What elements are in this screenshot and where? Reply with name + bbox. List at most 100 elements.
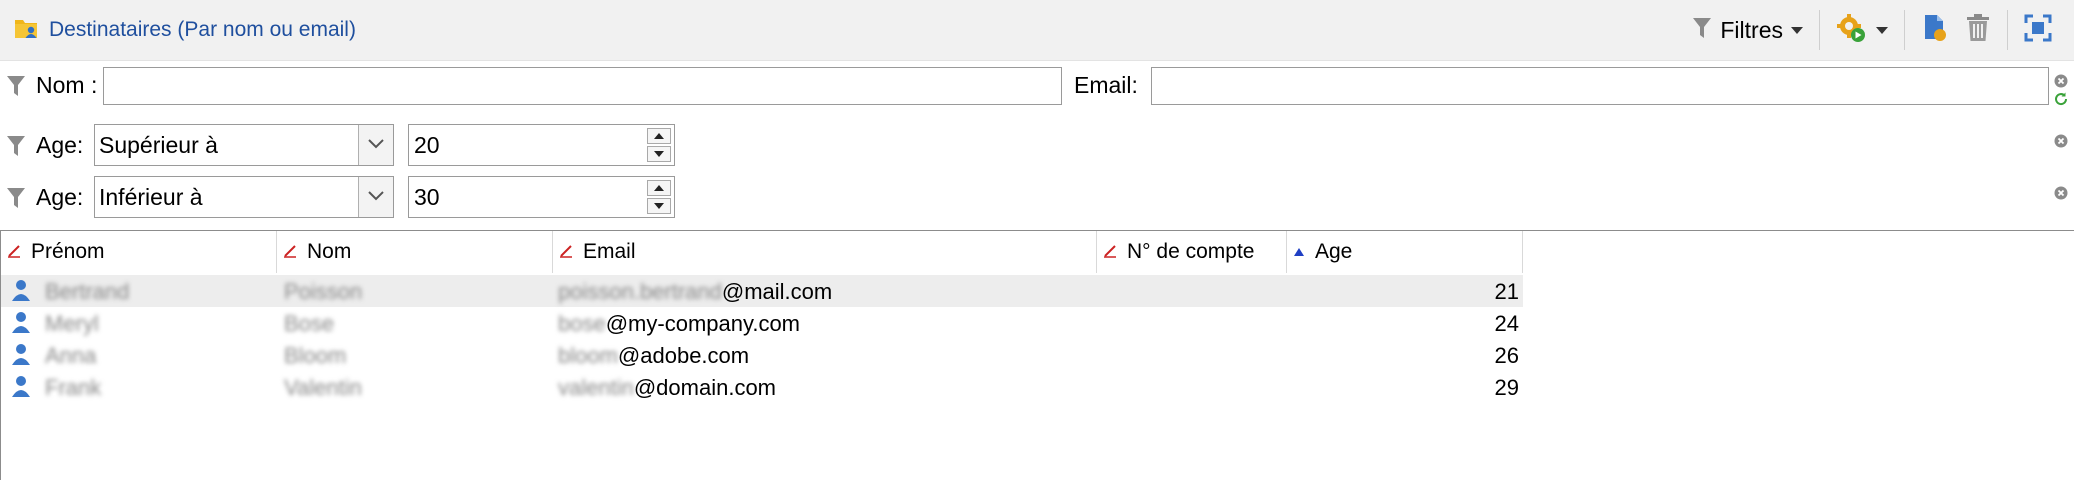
user-icon (11, 342, 31, 372)
stepper-up-button[interactable] (647, 180, 671, 196)
age-cell: 26 (1494, 343, 1519, 368)
user-icon (11, 310, 31, 340)
email-domain: @mail.com (721, 279, 833, 304)
sort-icon (559, 240, 573, 264)
age-max-stepper[interactable]: 30 (408, 176, 675, 218)
dropdown-button[interactable] (358, 125, 393, 165)
toolbar-divider (1819, 10, 1820, 50)
nom-cell: Poisson (284, 279, 363, 304)
table-row[interactable]: Anna Bloom bloom@adobe.com 26 (1, 339, 2074, 371)
column-label: Age (1315, 240, 1353, 263)
nom-cell: Valentin (284, 375, 362, 400)
toolbar-actions: Filtres (1684, 10, 2060, 50)
column-header-account[interactable]: N° de compte (1097, 231, 1287, 273)
sort-ascending-icon (1293, 240, 1305, 264)
email-cell: bose@my-company.com (558, 311, 800, 337)
email-input[interactable] (1151, 67, 2049, 105)
new-recipient-button[interactable] (1913, 10, 1957, 50)
remove-filter-icon[interactable] (2054, 186, 2068, 205)
dropdown-button[interactable] (358, 177, 393, 217)
stepper-down-button[interactable] (647, 198, 671, 214)
table-row[interactable]: Bertrand Poisson poisson.bertrand@mail.c… (1, 275, 1523, 307)
filter-panel: Nom : Email: Age: Supérieur à 20 Age: In… (0, 60, 2074, 230)
delete-button[interactable] (1957, 10, 1999, 50)
age-min-value: 20 (414, 132, 440, 158)
age-cell: 29 (1494, 375, 1519, 400)
nom-cell: Bloom (284, 343, 347, 368)
age-cell: 21 (1494, 279, 1519, 304)
stepper-down-button[interactable] (647, 146, 671, 162)
age-operator-value: Supérieur à (99, 132, 218, 158)
stepper-up-button[interactable] (647, 128, 671, 144)
chevron-down-icon (1876, 26, 1888, 34)
prenom-cell: Bertrand (45, 279, 130, 304)
user-icon (11, 374, 31, 404)
funnel-icon (6, 186, 26, 215)
funnel-icon (1692, 16, 1712, 45)
column-header-age[interactable]: Age (1287, 231, 1523, 273)
filter-row-name-email: Nom : Email: (0, 64, 2074, 108)
sort-icon (1103, 240, 1117, 264)
prenom-cell: Anna (45, 343, 97, 368)
nom-cell: Bose (284, 311, 335, 336)
email-domain: @adobe.com (617, 343, 750, 368)
toolbar-divider (2007, 10, 2008, 50)
new-document-icon (1921, 13, 1949, 48)
fullscreen-button[interactable] (2016, 10, 2060, 50)
age-operator-select[interactable]: Supérieur à (94, 124, 394, 166)
toolbar: Destinataires (Par nom ou email) Filtres (0, 0, 2074, 61)
refresh-icon[interactable] (2054, 92, 2068, 111)
remove-filter-icon[interactable] (2054, 134, 2068, 153)
stepper-buttons (647, 180, 671, 214)
filters-button[interactable]: Filtres (1684, 10, 1811, 50)
arrow-down-icon (654, 203, 664, 209)
folder-recipient-icon (14, 16, 40, 45)
remove-filter-icon[interactable] (2054, 74, 2068, 93)
email-cell: bloom@adobe.com (558, 343, 749, 369)
filter-row-age-min: Age: Supérieur à 20 (0, 124, 2074, 168)
column-label: N° de compte (1127, 240, 1255, 263)
column-header-nom[interactable]: Nom (277, 231, 553, 273)
age-min-stepper[interactable]: 20 (408, 124, 675, 166)
trash-icon (1965, 13, 1991, 48)
email-user: valentin (558, 375, 634, 400)
email-user: bose (558, 311, 606, 336)
column-label: Prénom (31, 240, 105, 263)
user-icon (11, 278, 31, 308)
prenom-cell: Frank (45, 375, 102, 400)
email-cell: poisson.bertrand@mail.com (558, 279, 832, 305)
toolbar-title-area: Destinataires (Par nom ou email) (14, 14, 356, 46)
prenom-cell: Meryl (45, 311, 99, 336)
arrow-down-icon (654, 151, 664, 157)
column-label: Nom (307, 240, 352, 263)
email-cell: valentin@domain.com (558, 375, 776, 401)
filter-row-age-max: Age: Inférieur à 30 (0, 176, 2074, 220)
column-label: Email (583, 240, 636, 263)
age-cell: 24 (1494, 311, 1519, 336)
actions-button[interactable] (1828, 10, 1896, 50)
age-max-value: 30 (414, 184, 440, 210)
table-row[interactable]: Frank Valentin valentin@domain.com 29 (1, 371, 2074, 403)
column-header-email[interactable]: Email (553, 231, 1097, 273)
email-domain: @my-company.com (605, 311, 801, 336)
age-label: Age: (36, 184, 84, 210)
age-operator-select[interactable]: Inférieur à (94, 176, 394, 218)
nom-input[interactable] (103, 67, 1062, 105)
expand-icon (2024, 14, 2052, 47)
age-label: Age: (36, 132, 84, 158)
toolbar-divider (1904, 10, 1905, 50)
email-label: Email: (1074, 72, 1138, 98)
arrow-up-icon (654, 133, 664, 139)
recipients-grid: Prénom Nom Email N° de compte Age Bertra… (0, 230, 2074, 480)
column-header-prenom[interactable]: Prénom (1, 231, 277, 273)
nom-label: Nom : (36, 72, 98, 98)
chevron-down-icon (1791, 26, 1803, 34)
grid-header: Prénom Nom Email N° de compte Age (1, 231, 1523, 273)
sort-icon (283, 240, 297, 264)
stepper-buttons (647, 128, 671, 162)
email-user: bloom (558, 343, 618, 368)
folder-title[interactable]: Destinataires (Par nom ou email) (49, 18, 356, 42)
arrow-up-icon (654, 185, 664, 191)
table-row[interactable]: Meryl Bose bose@my-company.com 24 (1, 307, 2074, 339)
funnel-icon (6, 74, 26, 103)
